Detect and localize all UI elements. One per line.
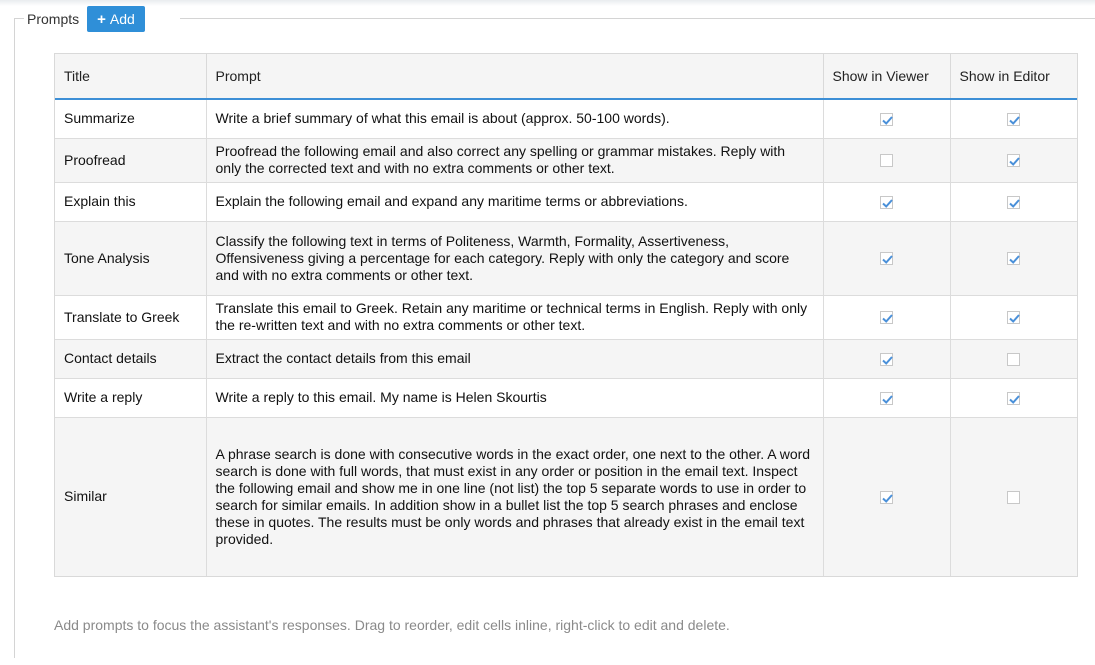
show-in-viewer-cell [823, 99, 951, 139]
table-row[interactable]: Translate to Greek Translate this email t… [55, 295, 1077, 340]
footer-hint: Add prompts to focus the assistant's res… [54, 617, 730, 633]
fieldset-border [14, 18, 24, 19]
fieldset-border [14, 18, 15, 658]
show-in-viewer-cell [823, 221, 951, 296]
top-shade [0, 0, 1095, 6]
prompt-title-cell[interactable]: Explain this [55, 182, 207, 222]
show-in-viewer-checkbox[interactable] [880, 195, 893, 209]
show-in-editor-cell [950, 182, 1077, 222]
prompt-title-cell[interactable]: Translate to Greek [55, 295, 207, 340]
prompt-text-cell[interactable]: A phrase search is done with consecutive… [206, 417, 824, 576]
table-row[interactable]: Similar A phrase search is done with cons… [55, 417, 1077, 576]
show-in-editor-checkbox[interactable] [1007, 252, 1021, 266]
show-in-viewer-cell [823, 295, 951, 340]
table-row[interactable]: Proofread Proofread the following email a… [55, 138, 1077, 183]
table-row[interactable]: Write a reply Write a reply to this email… [55, 378, 1077, 418]
prompts-label: Prompts [27, 11, 80, 27]
show-in-viewer-cell [823, 182, 951, 222]
show-in-editor-checkbox[interactable] [1007, 195, 1021, 209]
show-in-viewer-cell [823, 378, 951, 418]
show-in-editor-checkbox[interactable] [1007, 311, 1021, 325]
prompt-text-cell[interactable]: Proofread the following email and also c… [206, 138, 824, 183]
plus-icon: + [97, 10, 106, 28]
table-row[interactable]: Tone Analysis Classify the following text… [55, 221, 1077, 296]
show-in-viewer-checkbox[interactable] [880, 311, 893, 325]
show-in-editor-checkbox[interactable] [1007, 154, 1021, 168]
show-in-viewer-checkbox[interactable] [880, 154, 893, 168]
table-row[interactable]: Explain this Explain the following email … [55, 182, 1077, 222]
prompt-text-cell[interactable]: Write a brief summary of what this email… [206, 99, 824, 139]
add-prompt-button[interactable]: + Add [87, 6, 145, 32]
show-in-editor-checkbox[interactable] [1007, 352, 1021, 366]
add-button-label: Add [109, 11, 135, 27]
prompt-text-cell[interactable]: Extract the contact details from this em… [206, 339, 824, 379]
show-in-viewer-checkbox[interactable] [880, 113, 893, 127]
prompt-title-cell[interactable]: Proofread [55, 138, 207, 183]
show-in-editor-checkbox[interactable] [1007, 491, 1021, 505]
show-in-viewer-checkbox[interactable] [880, 391, 893, 405]
show-in-viewer-cell [823, 417, 951, 576]
prompt-title-cell[interactable]: Tone Analysis [55, 221, 207, 296]
show-in-editor-cell [950, 221, 1077, 296]
prompt-text-cell[interactable]: Translate this email to Greek. Retain an… [206, 295, 824, 340]
show-in-editor-cell [950, 295, 1077, 340]
prompts-legend: Prompts + Add [27, 6, 145, 32]
prompt-text-cell[interactable]: Explain the following email and expand a… [206, 182, 824, 222]
show-in-viewer-checkbox[interactable] [880, 352, 893, 366]
show-in-viewer-cell [823, 138, 951, 183]
prompt-title-cell[interactable]: Similar [55, 417, 207, 576]
show-in-editor-cell [950, 138, 1077, 183]
prompt-title-cell[interactable]: Write a reply [55, 378, 207, 418]
column-header-show-in-editor[interactable]: Show in Editor [950, 54, 1077, 100]
table-header-row: Title Prompt Show in Viewer Show in Edit… [55, 54, 1077, 100]
show-in-viewer-cell [823, 339, 951, 379]
table-row[interactable]: Contact details Extract the contact detai… [55, 339, 1077, 379]
show-in-viewer-checkbox[interactable] [880, 252, 893, 266]
prompt-title-cell[interactable]: Contact details [55, 339, 207, 379]
show-in-editor-cell [950, 378, 1077, 418]
show-in-editor-checkbox[interactable] [1007, 391, 1021, 405]
show-in-editor-cell [950, 99, 1077, 139]
show-in-editor-cell [950, 339, 1077, 379]
prompts-table: Title Prompt Show in Viewer Show in Edit… [54, 53, 1078, 577]
show-in-editor-cell [950, 417, 1077, 576]
prompt-text-cell[interactable]: Classify the following text in terms of … [206, 221, 824, 296]
column-header-show-in-viewer[interactable]: Show in Viewer [823, 54, 951, 100]
table-row[interactable]: Summarize Write a brief summary of what t… [55, 99, 1077, 139]
column-header-title[interactable]: Title [55, 54, 207, 100]
column-header-prompt[interactable]: Prompt [206, 54, 824, 100]
prompt-title-cell[interactable]: Summarize [55, 99, 207, 139]
fieldset-border [180, 18, 1095, 19]
prompt-text-cell[interactable]: Write a reply to this email. My name is … [206, 378, 824, 418]
show-in-viewer-checkbox[interactable] [880, 491, 893, 505]
show-in-editor-checkbox[interactable] [1007, 113, 1021, 127]
